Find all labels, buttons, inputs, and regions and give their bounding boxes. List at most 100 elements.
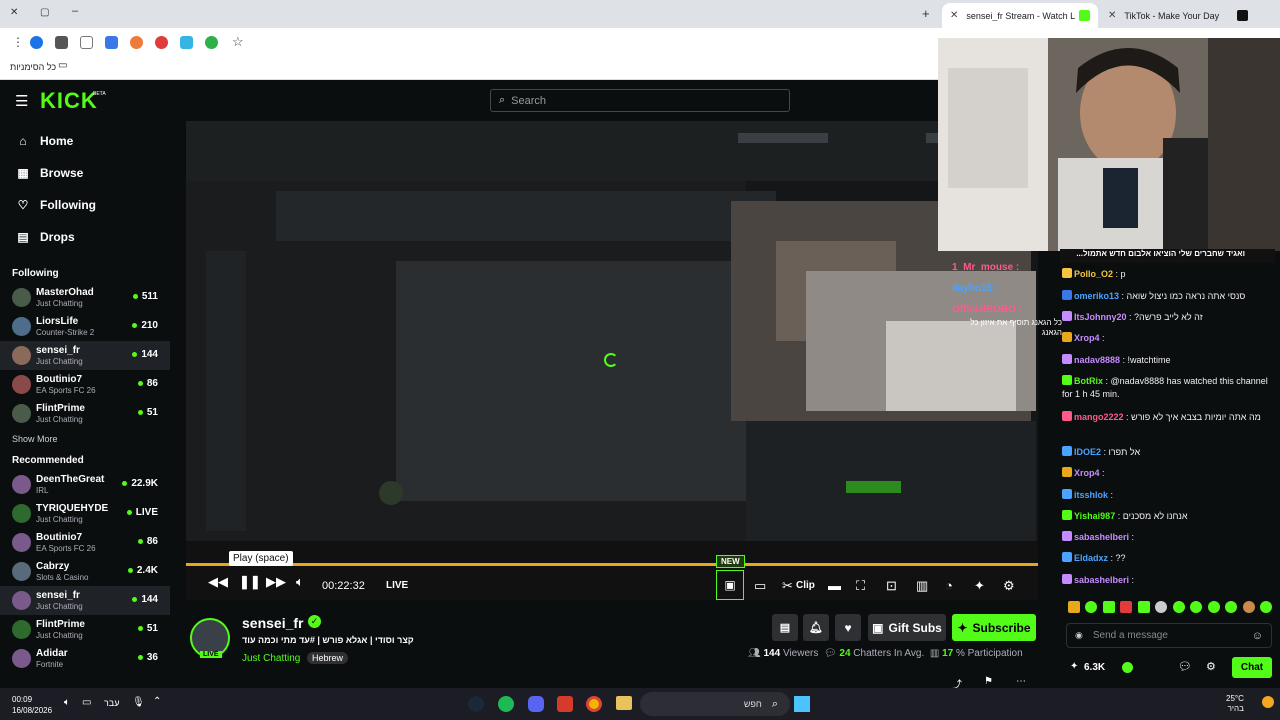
close-tab-icon[interactable]: ✕	[950, 10, 958, 21]
channel-item[interactable]: TYRIQUEHYDE Just Chatting LIVE	[0, 499, 170, 528]
menu-dots-icon[interactable]: ⋮	[12, 35, 24, 49]
nav-browse[interactable]: ▦ Browse	[0, 157, 170, 189]
emote-icon[interactable]	[1155, 601, 1168, 613]
emote-icon[interactable]	[1190, 601, 1203, 613]
theater-mode-button[interactable]: ▤	[772, 614, 798, 641]
live-indicator[interactable]: LIVE	[386, 580, 408, 591]
file-explorer-icon[interactable]	[616, 696, 632, 710]
chat-message[interactable]: Eldadxz : ??	[1062, 552, 1272, 565]
chat-username[interactable]: Pollo_O2	[1074, 269, 1113, 279]
chat-username[interactable]: ItsJohnny20	[1074, 312, 1127, 322]
mic-icon[interactable]: 🎙︎	[132, 697, 145, 708]
windows-start-icon[interactable]	[794, 696, 810, 712]
kick-coin-icon[interactable]	[1122, 662, 1133, 673]
chat-message[interactable]: sabashelberi :	[1062, 574, 1272, 587]
forward-icon[interactable]: ▶▶	[266, 574, 286, 590]
extension-icon[interactable]	[55, 35, 68, 49]
extension-icon[interactable]	[130, 35, 143, 49]
settings-gear-icon[interactable]: ⚙	[1003, 578, 1015, 594]
points-count[interactable]: 6.3K	[1084, 662, 1105, 673]
close-tab-icon[interactable]: ✕	[1108, 10, 1116, 21]
extension-icon[interactable]	[155, 35, 168, 49]
chat-message[interactable]: nadav8888 : !watchtime	[1062, 354, 1272, 367]
emote-icon[interactable]	[1120, 601, 1133, 613]
chat-message[interactable]: IDOE2 : אל תפרו	[1062, 446, 1272, 459]
speaker-icon[interactable]: 🔈︎	[64, 697, 70, 708]
chat-message[interactable]: BotRix : @nadav8888 has watched this cha…	[1062, 375, 1272, 401]
channel-item[interactable]: DeenTheGreat IRL 22.9K	[0, 470, 170, 499]
clock[interactable]: 00:09 16/08/2026	[12, 694, 52, 716]
emoji-icon[interactable]: ☺	[1252, 630, 1263, 642]
chat-message[interactable]: omeriko13 : סנסי אתה נראה כמו ניצול שואה	[1062, 290, 1272, 303]
chat-username[interactable]: itsshlok	[1074, 490, 1108, 500]
stream-video[interactable]	[186, 121, 1038, 561]
progress-bar[interactable]	[186, 563, 1038, 566]
chat-input[interactable]: ◉ Send a message ☺	[1066, 623, 1272, 648]
chat-username[interactable]: sabashelberi	[1074, 532, 1129, 542]
all-bookmarks-label[interactable]: כל הסימניות	[10, 62, 56, 72]
channel-item[interactable]: Cabrzy Slots & Casino 2.4K	[0, 557, 170, 586]
chat-options-icon[interactable]: 💬︎	[1178, 660, 1192, 673]
chat-message[interactable]: ItsJohnny20 : ?זה לא לייב פרשה	[1062, 311, 1272, 324]
chat-message[interactable]: sabashelberi :	[1062, 531, 1272, 544]
chat-username[interactable]: Yishai987	[1074, 511, 1115, 521]
chat-message[interactable]: Pollo_O2 : p	[1062, 268, 1272, 281]
kick-logo[interactable]: KICK	[40, 88, 98, 114]
follow-button[interactable]: ♥	[835, 614, 861, 641]
chat-message[interactable]: mango2222 : מה אתה יומיות בצבא איך לא פו…	[1062, 411, 1272, 424]
emote-icon[interactable]	[1172, 601, 1185, 613]
new-tab-button[interactable]: +	[922, 6, 930, 21]
language-indicator[interactable]: עבר	[104, 698, 119, 708]
chrome-icon[interactable]	[586, 696, 602, 712]
camera-button[interactable]: ▣	[716, 570, 744, 600]
extension-icon[interactable]	[80, 35, 93, 49]
pause-button[interactable]: ❚❚	[239, 574, 261, 590]
emote-icon[interactable]	[1102, 601, 1115, 613]
video-player[interactable]	[186, 121, 1038, 600]
channel-item[interactable]: Boutinio7 EA Sports FC 26 86	[0, 370, 170, 399]
search-input[interactable]: Search	[511, 95, 546, 107]
chat-send-button[interactable]: Chat	[1232, 657, 1272, 678]
minimize-icon[interactable]: –	[72, 5, 78, 17]
chat-username[interactable]: Xrop4	[1074, 333, 1100, 343]
clip-icon[interactable]: ✂	[782, 578, 793, 594]
emote-icon[interactable]	[1242, 601, 1255, 613]
report-icon[interactable]: ⚑	[984, 676, 993, 687]
more-icon[interactable]: ⋯	[1016, 676, 1026, 687]
nav-home[interactable]: ⌂ Home	[0, 125, 170, 157]
search-box[interactable]: ⌕ Search	[490, 89, 790, 112]
show-more-button[interactable]: Show More	[0, 428, 170, 448]
extension-icon[interactable]	[180, 35, 193, 49]
chat-message[interactable]: itsshlok :	[1062, 489, 1272, 502]
chat-mode-icon[interactable]: ◉	[1075, 630, 1083, 641]
extension-icon[interactable]	[105, 35, 118, 49]
speed-icon[interactable]: ◔	[945, 578, 953, 593]
emote-icon[interactable]	[1207, 601, 1220, 613]
notification-bell-button[interactable]: 🔔︎	[803, 614, 829, 641]
channel-item[interactable]: sensei_fr Just Chatting 144	[0, 341, 170, 370]
hamburger-menu-icon[interactable]: ☰	[15, 92, 28, 110]
chat-message[interactable]: Xrop4 :	[1062, 332, 1272, 345]
restore-icon[interactable]: ✕	[10, 7, 18, 18]
steam-icon[interactable]	[468, 696, 484, 712]
theatre-icon[interactable]: ▬	[828, 578, 841, 593]
chat-username[interactable]: Eldadxz	[1074, 553, 1108, 563]
channel-item[interactable]: Adidar Fortnite 36	[0, 644, 170, 673]
gift-subs-button[interactable]: ▣ Gift Subs	[868, 614, 946, 641]
subscribe-button[interactable]: ✦ Subscribe	[952, 614, 1036, 641]
fullscreen-icon[interactable]: ⛶	[856, 578, 865, 594]
spotify-icon[interactable]	[498, 696, 514, 712]
language-tag[interactable]: Hebrew	[307, 652, 349, 664]
chat-username[interactable]: IDOE2	[1074, 447, 1101, 457]
channel-item[interactable]: FlintPrime Just Chatting 51	[0, 399, 170, 428]
chat-username[interactable]: BotRix	[1074, 376, 1103, 386]
clip-label[interactable]: Clip	[796, 580, 815, 591]
rewind-icon[interactable]: ◀◀	[208, 574, 228, 590]
chat-settings-icon[interactable]: ⚙	[1206, 660, 1216, 673]
emote-icon[interactable]	[1068, 601, 1080, 613]
bookmark-star-icon[interactable]: ☆	[232, 34, 244, 50]
tab-tiktok[interactable]: ✕ TikTok - Make Your Day	[1100, 3, 1256, 28]
discord-icon[interactable]	[528, 696, 544, 712]
channel-item[interactable]: LiorsLife Counter-Strike 2 210	[0, 312, 170, 341]
tray-chevron-icon[interactable]: ⌃	[153, 696, 161, 707]
